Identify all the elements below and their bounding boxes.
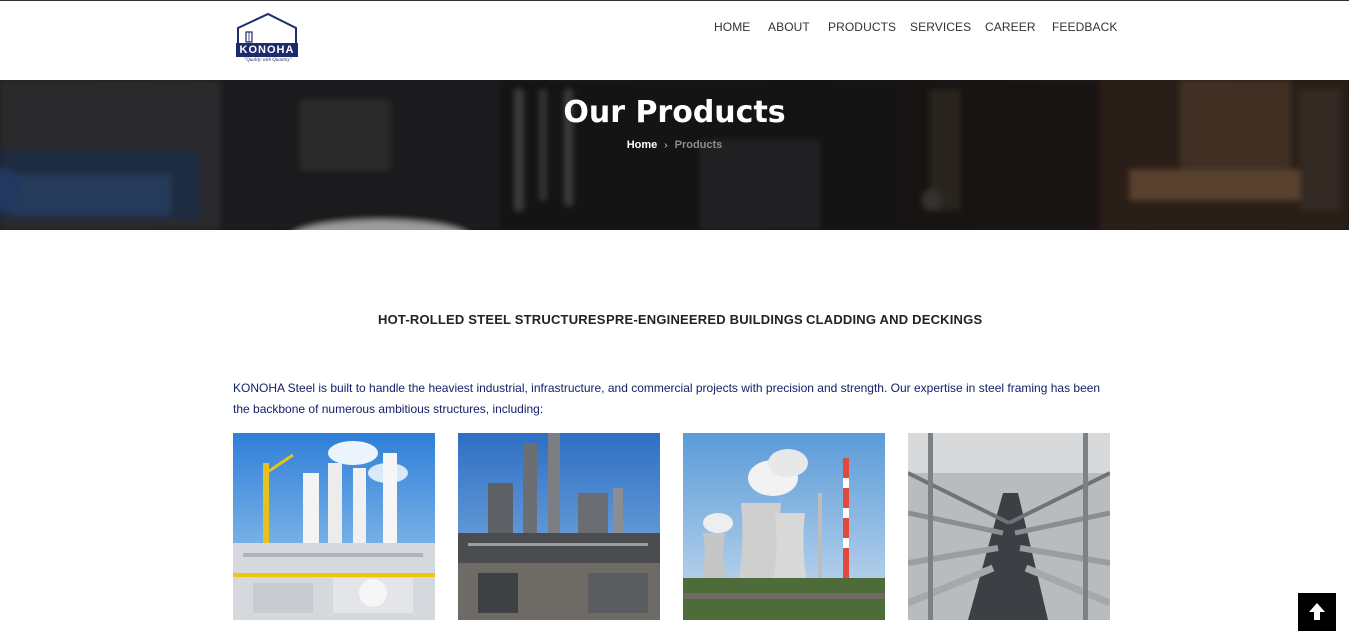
breadcrumb-current: Products <box>674 139 723 151</box>
main-nav: HOME ABOUT PRODUCTS SERVICES CAREER FEED… <box>0 20 1349 34</box>
logo-wordmark: KONOHA <box>236 43 298 57</box>
scroll-to-top-button[interactable] <box>1298 593 1336 631</box>
cooling-towers-photo[interactable] <box>683 433 885 620</box>
site-header: KONOHA "Quality with Quantity" HOME ABOU… <box>0 1 1349 80</box>
industrial-plant-photo[interactable] <box>458 433 660 620</box>
refinery-photo[interactable] <box>233 433 435 620</box>
nav-feedback[interactable]: FEEDBACK <box>1052 20 1117 34</box>
breadcrumb-home-link[interactable]: Home <box>627 139 658 151</box>
arrow-up-icon <box>1309 603 1325 620</box>
nav-home[interactable]: HOME <box>714 20 750 34</box>
tab-hot-rolled-steel-structures[interactable]: HOT-ROLLED STEEL STRUCTURES <box>378 312 606 327</box>
chevron-right-icon: › <box>664 140 668 151</box>
tab-pre-engineered-buildings[interactable]: PRE-ENGINEERED BUILDINGS <box>606 312 803 327</box>
logo-tagline: "Quality with Quantity" <box>244 58 292 63</box>
page-banner: Our Products Home › Products <box>0 80 1349 230</box>
nav-products[interactable]: PRODUCTS <box>828 20 896 34</box>
nav-career[interactable]: CAREER <box>985 20 1036 34</box>
page-title: Our Products <box>563 95 786 130</box>
nav-services[interactable]: SERVICES <box>910 20 971 34</box>
nav-about[interactable]: ABOUT <box>768 20 810 34</box>
tab-cladding-and-deckings[interactable]: CLADDING AND DECKINGS <box>806 312 982 327</box>
breadcrumb: Home › Products <box>0 139 1349 153</box>
steel-frame-interior-photo[interactable] <box>908 433 1110 620</box>
intro-paragraph: KONOHA Steel is built to handle the heav… <box>233 381 1101 416</box>
product-tabs: HOT-ROLLED STEEL STRUCTURES PRE-ENGINEER… <box>0 312 1349 328</box>
